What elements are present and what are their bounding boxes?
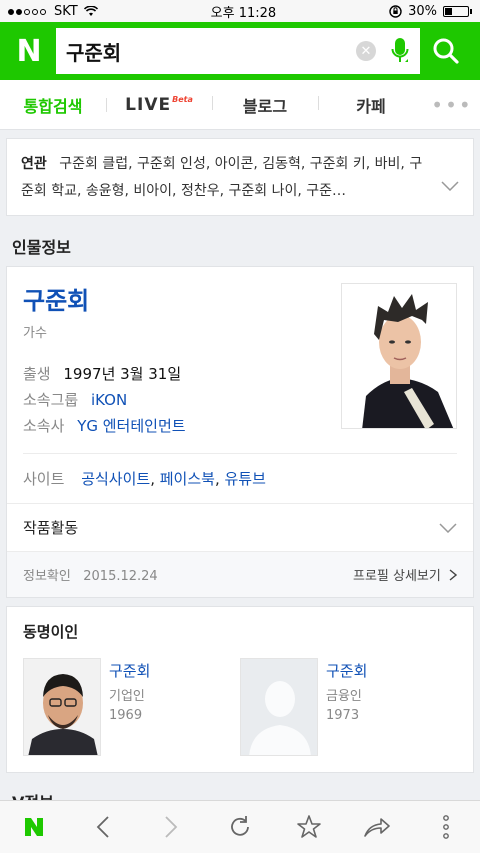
profile-detail-label: 프로필 상세보기 (353, 569, 441, 584)
info-footer: 정보확인 2015.12.24 프로필 상세보기 (7, 551, 473, 597)
search-input[interactable]: 구준회 ✕ (56, 28, 420, 74)
chevron-right-icon (449, 569, 458, 581)
same-name-person[interactable]: 구준회 금융인 1973 (240, 658, 457, 756)
naver-logo-button[interactable]: N (10, 31, 48, 71)
related-keywords-text[interactable]: 구준회 클럽, 구준회 인성, 아이콘, 김동혁, 구준회 키, 바비, 구준회… (21, 156, 422, 199)
share-icon (364, 818, 390, 837)
more-menu-button[interactable] (422, 807, 470, 847)
works-toggle[interactable]: 작품활동 (7, 503, 473, 551)
carrier-name: SKT (54, 3, 78, 19)
agency-label: 소속사 (23, 417, 65, 435)
battery-percent: 30% (408, 3, 437, 19)
search-header: N 구준회 ✕ (0, 22, 480, 80)
status-time: 오후 11:28 (210, 5, 277, 21)
search-icon (433, 38, 459, 64)
bookmark-button[interactable] (285, 807, 333, 847)
person-info-title: 인물정보 (12, 238, 71, 257)
site-row: 사이트 공식사이트, 페이스북, 유튜브 (23, 453, 457, 503)
same-name-card: 동명이인 구준회 기업인 1969 구준회 금융인 1973 (6, 606, 474, 773)
tab-blog[interactable]: 블로그 (212, 93, 318, 117)
person-thumbnail[interactable] (23, 658, 101, 756)
works-label: 작품활동 (23, 519, 79, 537)
same-name-person-name[interactable]: 구준회 (109, 660, 150, 681)
search-tabs: 통합검색 LIVEBeta 블로그 카페 ••• (0, 80, 480, 130)
more-tabs-icon[interactable]: ••• (424, 93, 480, 117)
chevron-down-icon (439, 522, 457, 533)
microphone-icon[interactable] (390, 36, 410, 66)
signal-strength-icon (8, 4, 48, 19)
agency-link[interactable]: YG 엔터테인먼트 (77, 417, 185, 435)
wifi-icon (83, 5, 98, 16)
tab-live[interactable]: LIVEBeta (106, 95, 212, 115)
back-button[interactable] (79, 807, 127, 847)
same-name-person-year: 1969 (109, 708, 143, 723)
naver-n-icon (25, 818, 44, 836)
profile-photo[interactable] (341, 283, 457, 429)
site-label: 사이트 (23, 470, 65, 488)
share-button[interactable] (353, 807, 401, 847)
confirm-date: 2015.12.24 (83, 569, 158, 584)
profile-detail-link[interactable]: 프로필 상세보기 (353, 565, 458, 584)
status-bar: SKT 오후 11:28 30% (0, 0, 480, 22)
chevron-right-icon (165, 816, 178, 838)
person-placeholder-icon[interactable] (240, 658, 318, 756)
chevron-down-icon[interactable] (441, 176, 459, 195)
vertical-dots-icon (442, 815, 449, 839)
tab-integrated-search[interactable]: 통합검색 (0, 93, 106, 117)
refresh-button[interactable] (216, 807, 264, 847)
same-name-person-year: 1973 (326, 708, 360, 723)
chevron-left-icon (96, 816, 109, 838)
birth-label: 출생 (23, 365, 51, 383)
forward-button[interactable] (147, 807, 195, 847)
facebook-link[interactable]: 페이스북 (160, 470, 215, 488)
same-name-person[interactable]: 구준회 기업인 1969 (23, 658, 240, 756)
same-name-title: 동명이인 (23, 623, 79, 641)
tab-live-label: LIVE (125, 94, 172, 115)
same-name-person-job: 기업인 (109, 689, 145, 704)
battery-icon (443, 5, 472, 17)
related-label: 연관 (21, 156, 47, 172)
birth-value: 1997년 3월 31일 (63, 365, 182, 383)
beta-badge: Beta (172, 94, 193, 104)
tab-cafe[interactable]: 카페 (318, 93, 424, 117)
star-icon (296, 815, 321, 838)
official-site-link[interactable]: 공식사이트 (81, 470, 150, 488)
same-name-person-name[interactable]: 구준회 (326, 660, 367, 681)
rotation-lock-icon (389, 4, 402, 18)
person-info-card: 구준회 가수 출생 1997년 3월 31일 소속그룹 iKON 소속사 YG … (6, 266, 474, 598)
profile-block: 구준회 가수 출생 1997년 3월 31일 소속그룹 iKON 소속사 YG … (7, 267, 473, 503)
naver-home-button[interactable] (10, 807, 58, 847)
group-label: 소속그룹 (23, 391, 79, 409)
search-query-text: 구준회 (66, 40, 122, 65)
same-name-person-job: 금융인 (326, 689, 362, 704)
bottom-toolbar (0, 800, 480, 853)
related-keywords: 연관 구준회 클럽, 구준회 인성, 아이콘, 김동혁, 구준회 키, 바비, … (6, 138, 474, 216)
clear-search-button[interactable]: ✕ (356, 41, 376, 61)
group-link[interactable]: iKON (91, 391, 127, 409)
search-button[interactable] (420, 28, 472, 74)
youtube-link[interactable]: 유튜브 (225, 470, 266, 488)
confirm-label: 정보확인 (23, 569, 71, 584)
refresh-icon (231, 816, 249, 836)
